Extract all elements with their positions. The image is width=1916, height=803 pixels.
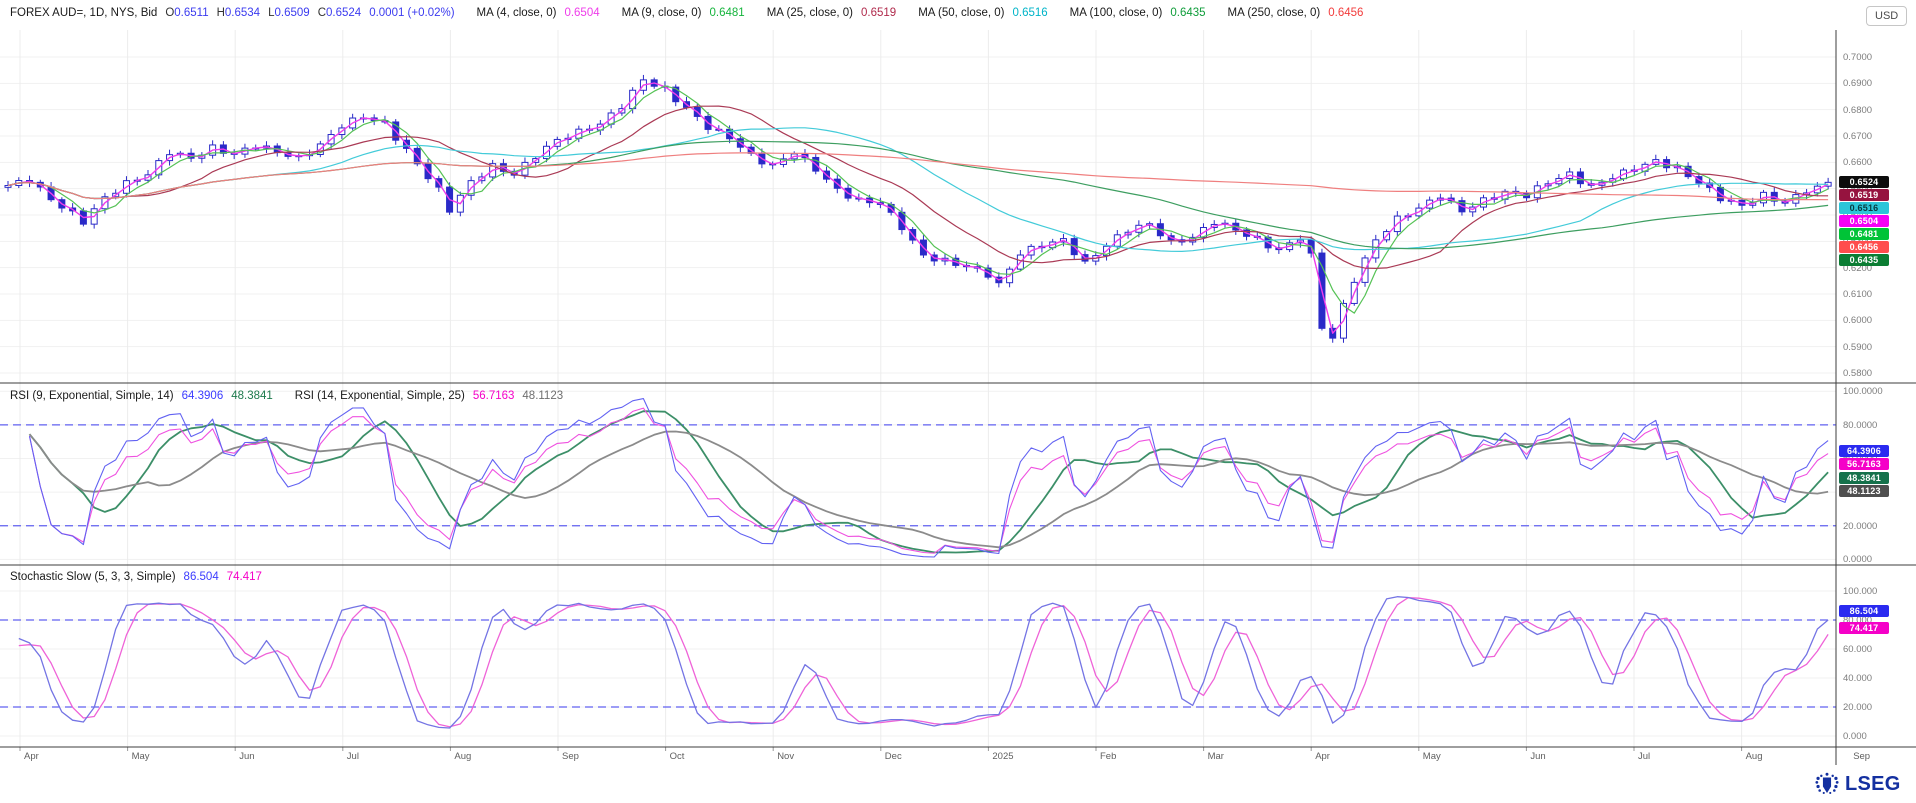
ma9-value: 0.6481 xyxy=(710,7,745,19)
y-axis-tick-price: 0.6000 xyxy=(1843,315,1872,326)
x-axis-label: Dec xyxy=(885,751,902,762)
ma4-value: 0.6504 xyxy=(564,7,599,19)
x-axis-label: Sep xyxy=(562,751,579,762)
ma100-value: 0.6435 xyxy=(1170,7,1205,19)
y-axis-tick-price: 0.6700 xyxy=(1843,131,1872,142)
x-axis-label: Aug xyxy=(1746,751,1763,762)
price-axis-badge: 0.6516 xyxy=(1839,202,1889,214)
y-axis-tick-price: 0.7000 xyxy=(1843,52,1872,63)
ma250-value: 0.6456 xyxy=(1328,7,1363,19)
rsi14-avg-value: 48.1123 xyxy=(522,390,563,402)
ma50-legend-label[interactable]: MA (50, close, 0) xyxy=(918,7,1004,19)
y-axis-tick-stochastic: 20.000 xyxy=(1843,702,1872,713)
y-axis-tick-price: 0.6100 xyxy=(1843,289,1872,300)
rsi-legend: RSI (9, Exponential, Simple, 14) 64.3906… xyxy=(10,390,563,402)
rsi-axis-badge: 48.1123 xyxy=(1839,485,1889,497)
ma25-value: 0.6519 xyxy=(861,7,896,19)
x-axis-label: Apr xyxy=(1315,751,1330,762)
ohlc-open-label: O xyxy=(165,7,174,19)
y-axis-tick-rsi: 80.0000 xyxy=(1843,420,1877,431)
price-chart-canvas[interactable] xyxy=(0,0,1916,770)
currency-axis-badge[interactable]: USD xyxy=(1866,6,1907,26)
x-axis-label: Nov xyxy=(777,751,794,762)
ohlc-close-label: C xyxy=(318,7,326,19)
y-axis-tick-price: 0.6900 xyxy=(1843,78,1872,89)
x-axis-label: Jul xyxy=(1638,751,1650,762)
y-axis-tick-rsi: 100.0000 xyxy=(1843,386,1883,397)
rsi9-avg-value: 48.3841 xyxy=(231,390,273,402)
rsi-axis-badge: 56.7163 xyxy=(1839,458,1889,470)
y-axis-tick-price: 0.6800 xyxy=(1843,105,1872,116)
x-axis-label: Oct xyxy=(670,751,685,762)
x-axis-label: Mar xyxy=(1208,751,1224,762)
stochastic-axis-badge: 86.504 xyxy=(1839,605,1889,617)
lseg-logo-text: LSEG xyxy=(1845,773,1901,796)
price-axis-badge: 0.6524 xyxy=(1839,176,1889,188)
ma25-legend-label[interactable]: MA (25, close, 0) xyxy=(767,7,853,19)
ma50-value: 0.6516 xyxy=(1012,7,1047,19)
price-axis-badge: 0.6519 xyxy=(1839,189,1889,201)
chart-workspace: { "app": { "currency_badge": "USD" }, "h… xyxy=(0,0,1916,803)
ma9-legend-label[interactable]: MA (9, close, 0) xyxy=(622,7,702,19)
y-axis-tick-rsi: 20.0000 xyxy=(1843,521,1877,532)
rsi9-value: 64.3906 xyxy=(182,390,224,402)
rsi-axis-badge: 64.3906 xyxy=(1839,445,1889,457)
x-axis-label: May xyxy=(1423,751,1441,762)
stochastic-axis-badge: 74.417 xyxy=(1839,622,1889,634)
x-axis-label: May xyxy=(132,751,150,762)
y-axis-tick-stochastic: 0.000 xyxy=(1843,731,1867,742)
x-axis-label: Sep xyxy=(1853,751,1870,762)
ma4-legend-label[interactable]: MA (4, close, 0) xyxy=(477,7,557,19)
ma250-legend-label[interactable]: MA (250, close, 0) xyxy=(1228,7,1321,19)
lseg-crest-icon xyxy=(1814,771,1840,797)
x-axis-label: Feb xyxy=(1100,751,1116,762)
y-axis-tick-stochastic: 100.000 xyxy=(1843,586,1877,597)
stochastic-k-value: 86.504 xyxy=(184,571,219,583)
ohlc-high-label: H xyxy=(217,7,225,19)
ohlc-open-value: 0.6511 xyxy=(174,7,208,19)
y-axis-tick-stochastic: 60.000 xyxy=(1843,644,1872,655)
y-axis-tick-price: 0.5900 xyxy=(1843,342,1872,353)
price-axis-badge: 0.6456 xyxy=(1839,241,1889,253)
ohlc-high-value: 0.6534 xyxy=(225,7,260,19)
lseg-logo: LSEG xyxy=(1814,771,1901,797)
x-axis-label: Jul xyxy=(347,751,359,762)
rsi14-legend-label[interactable]: RSI (14, Exponential, Simple, 25) xyxy=(295,390,465,402)
stochastic-legend: Stochastic Slow (5, 3, 3, Simple) 86.504… xyxy=(10,571,262,583)
stochastic-d-value: 74.417 xyxy=(227,571,262,583)
ohlc-low-value: 0.6509 xyxy=(275,7,310,19)
y-axis-tick-rsi: 0.0000 xyxy=(1843,554,1872,565)
x-axis-label: Aug xyxy=(454,751,471,762)
ma100-legend-label[interactable]: MA (100, close, 0) xyxy=(1070,7,1163,19)
ohlc-close-value: 0.6524 xyxy=(326,7,361,19)
price-axis-badge: 0.6435 xyxy=(1839,254,1889,266)
price-axis-badge: 0.6481 xyxy=(1839,228,1889,240)
chart-header: FOREX AUD=, 1D, NYS, Bid O0.6511 H0.6534… xyxy=(10,7,1363,19)
x-axis-label: Jun xyxy=(1530,751,1545,762)
x-axis-label: Apr xyxy=(24,751,39,762)
y-axis-tick-stochastic: 40.000 xyxy=(1843,673,1872,684)
stochastic-legend-label[interactable]: Stochastic Slow (5, 3, 3, Simple) xyxy=(10,571,176,583)
price-axis-badge: 0.6504 xyxy=(1839,215,1889,227)
rsi9-legend-label[interactable]: RSI (9, Exponential, Simple, 14) xyxy=(10,390,174,402)
y-axis-tick-price: 0.6600 xyxy=(1843,157,1872,168)
ohlc-change: 0.0001 (+0.02%) xyxy=(369,7,454,19)
rsi-axis-badge: 48.3841 xyxy=(1839,472,1889,484)
rsi14-value: 56.7163 xyxy=(473,390,515,402)
y-axis-tick-price: 0.5800 xyxy=(1843,368,1872,379)
x-axis-label: Jun xyxy=(239,751,254,762)
x-axis-label: 2025 xyxy=(992,751,1013,762)
instrument-title[interactable]: FOREX AUD=, 1D, NYS, Bid xyxy=(10,7,157,19)
